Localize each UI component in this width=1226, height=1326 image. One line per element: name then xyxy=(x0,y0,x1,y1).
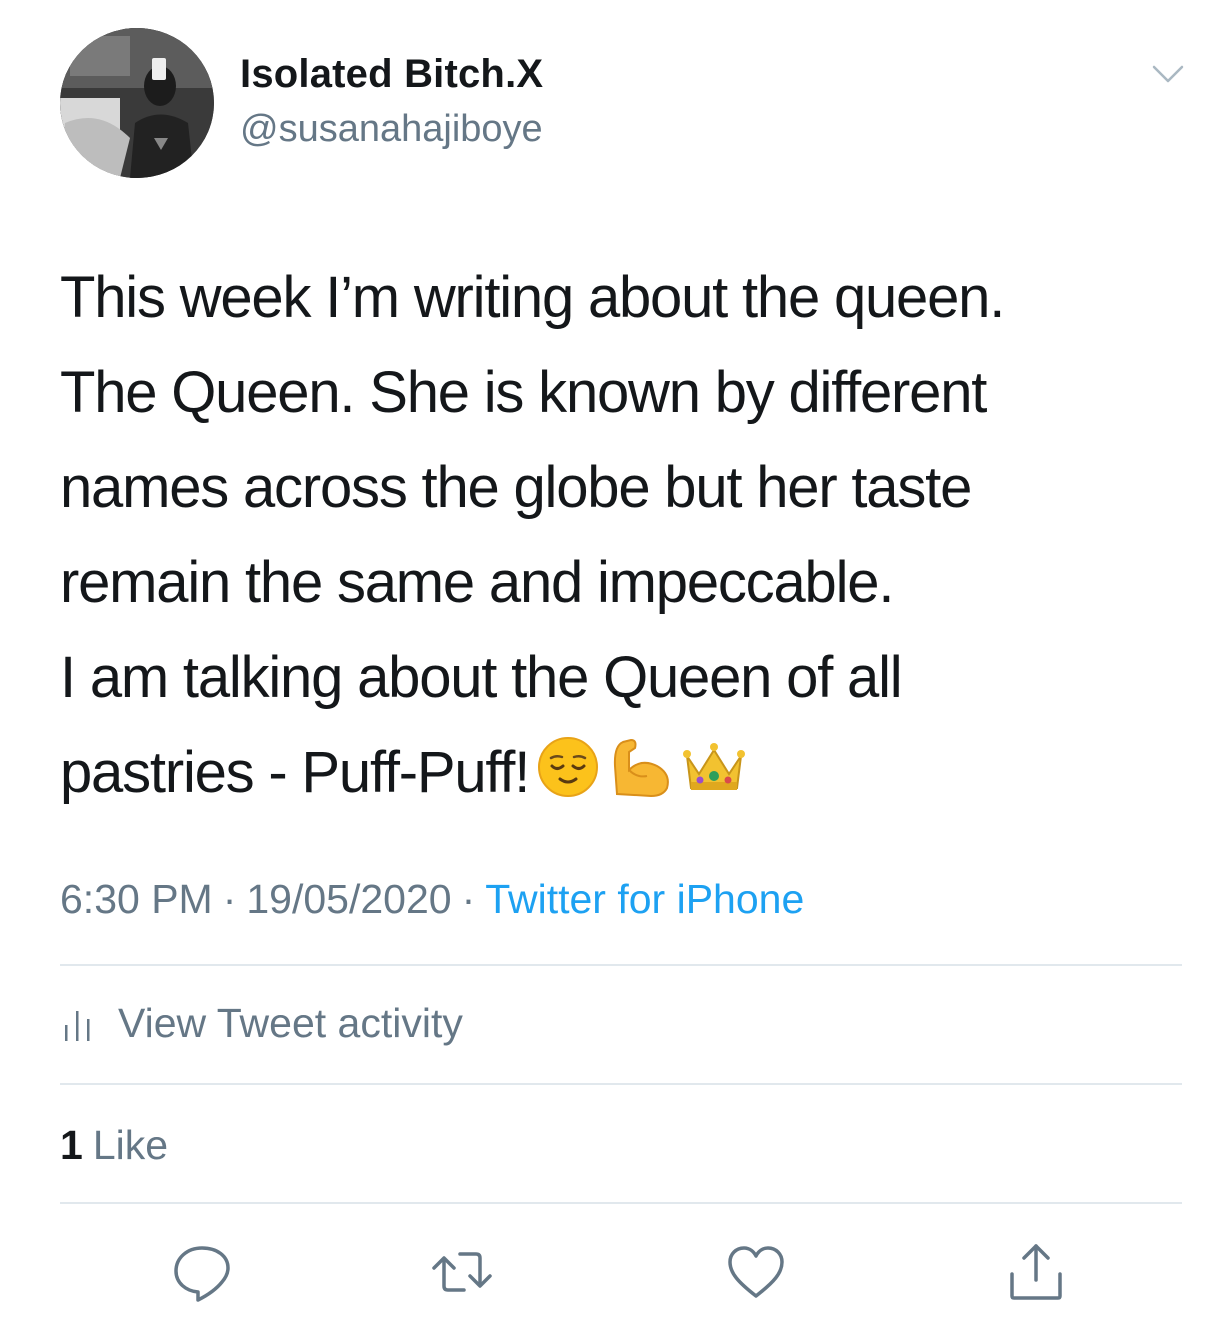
likes-count-link[interactable]: 1 Like xyxy=(60,1122,168,1169)
tweet-line: The Queen. She is known by different xyxy=(60,360,987,425)
tweet-meta: 6:30 PM · 19/05/2020 · Twitter for iPhone xyxy=(60,876,804,923)
display-name[interactable]: Isolated Bitch.X xyxy=(240,52,543,97)
meta-separator: · xyxy=(222,876,237,922)
likes-label: Like xyxy=(92,1122,169,1168)
like-button[interactable] xyxy=(724,1240,788,1304)
retweet-icon xyxy=(432,1252,492,1292)
avatar[interactable] xyxy=(60,28,214,178)
share-button[interactable] xyxy=(1004,1240,1068,1304)
tweet-line: names across the globe but her taste xyxy=(60,455,972,520)
view-tweet-activity-button[interactable]: View Tweet activity xyxy=(60,1000,463,1047)
user-handle[interactable]: @susanahajiboye xyxy=(240,108,543,151)
tweet-line: This week I’m writing about the queen. xyxy=(60,265,1005,330)
emoji-group xyxy=(537,736,747,798)
crown-icon xyxy=(683,743,746,790)
tweet-source-link[interactable]: Twitter for iPhone xyxy=(485,876,804,922)
retweet-button[interactable] xyxy=(430,1240,494,1304)
tweet-line-text: pastries - Puff-Puff! xyxy=(60,740,530,805)
chevron-down-icon xyxy=(1152,65,1184,83)
reply-icon xyxy=(174,1246,230,1302)
tweet-time: 6:30 PM xyxy=(60,876,213,922)
more-options-button[interactable] xyxy=(1148,58,1188,90)
meta-separator: · xyxy=(461,876,476,922)
relieved-face-icon xyxy=(538,737,599,797)
tweet-line-last: pastries - Puff-Puff! xyxy=(60,725,1170,820)
likes-count: 1 xyxy=(60,1122,83,1168)
tweet-date: 19/05/2020 xyxy=(246,876,452,922)
tweet-detail: Isolated Bitch.X @susanahajiboye This we… xyxy=(0,0,1226,1326)
divider xyxy=(60,1202,1182,1204)
analytics-icon xyxy=(65,1010,90,1041)
tweet-text: This week I’m writing about the queen. T… xyxy=(60,250,1170,820)
view-tweet-activity-label: View Tweet activity xyxy=(118,1000,463,1046)
flexed-biceps-icon xyxy=(614,738,669,798)
heart-icon xyxy=(728,1246,784,1298)
avatar-photo xyxy=(60,28,214,178)
share-icon xyxy=(1010,1244,1062,1300)
tweet-line: remain the same and impeccable. xyxy=(60,550,894,615)
divider xyxy=(60,1083,1182,1085)
reply-button[interactable] xyxy=(170,1240,234,1304)
tweet-line: I am talking about the Queen of all xyxy=(60,645,903,710)
divider xyxy=(60,964,1182,966)
